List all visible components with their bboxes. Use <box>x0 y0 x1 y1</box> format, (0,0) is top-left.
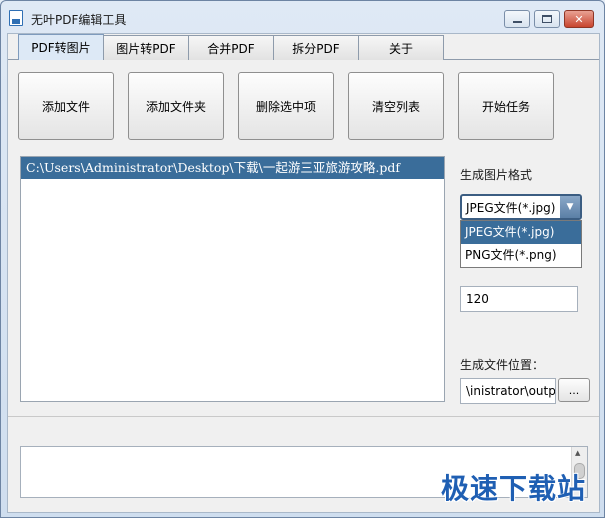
output-path-input[interactable]: \inistrator\output <box>460 378 556 404</box>
file-list[interactable]: C:\Users\Administrator\Desktop\下载\一起游三亚旅… <box>20 156 445 402</box>
tab-bar: PDF转图片 图片转PDF 合并PDF 拆分PDF 关于 <box>18 34 444 60</box>
add-folder-button[interactable]: 添加文件夹 <box>128 72 224 140</box>
list-item[interactable]: C:\Users\Administrator\Desktop\下载\一起游三亚旅… <box>21 157 444 179</box>
maximize-icon <box>542 15 552 23</box>
format-dropdown: JPEG文件(*.jpg) PNG文件(*.png) <box>460 220 582 268</box>
tab-split-pdf[interactable]: 拆分PDF <box>273 35 359 60</box>
close-icon: ✕ <box>574 12 584 26</box>
tab-about[interactable]: 关于 <box>358 35 444 60</box>
close-button[interactable]: ✕ <box>564 10 594 28</box>
clear-list-button[interactable]: 清空列表 <box>348 72 444 140</box>
format-label: 生成图片格式 <box>460 168 533 182</box>
watermark-logo: 极速下载站 <box>440 472 586 505</box>
start-task-button[interactable]: 开始任务 <box>458 72 554 140</box>
app-window: 无叶PDF编辑工具 ✕ PDF转图片 图片转PDF 合并PDF 拆分PDF 关于… <box>0 0 605 518</box>
format-option-jpeg[interactable]: JPEG文件(*.jpg) <box>461 221 581 244</box>
dpi-input[interactable]: 120 <box>460 286 578 312</box>
format-select-value: JPEG文件(*.jpg) <box>466 200 556 215</box>
format-select[interactable]: JPEG文件(*.jpg) ▼ <box>460 194 582 220</box>
tab-image-to-pdf[interactable]: 图片转PDF <box>103 35 189 60</box>
window-title: 无叶PDF编辑工具 <box>31 13 127 27</box>
minimize-icon <box>512 20 522 23</box>
minimize-button[interactable] <box>504 10 530 28</box>
pdf-app-icon <box>9 10 23 26</box>
scroll-up-icon[interactable]: ▲ <box>575 449 580 457</box>
divider <box>8 416 599 417</box>
maximize-button[interactable] <box>534 10 560 28</box>
main-panel: PDF转图片 图片转PDF 合并PDF 拆分PDF 关于 添加文件 添加文件夹 … <box>7 33 600 513</box>
tab-pdf-to-image[interactable]: PDF转图片 <box>18 34 104 60</box>
title-bar[interactable]: 无叶PDF编辑工具 ✕ <box>1 1 604 33</box>
browse-button[interactable]: ... <box>558 378 590 402</box>
add-file-button[interactable]: 添加文件 <box>18 72 114 140</box>
chevron-down-icon[interactable]: ▼ <box>560 196 580 218</box>
format-option-png[interactable]: PNG文件(*.png) <box>461 244 581 267</box>
output-location-label: 生成文件位置： <box>460 358 545 372</box>
tab-merge-pdf[interactable]: 合并PDF <box>188 35 274 60</box>
delete-selected-button[interactable]: 删除选中项 <box>238 72 334 140</box>
